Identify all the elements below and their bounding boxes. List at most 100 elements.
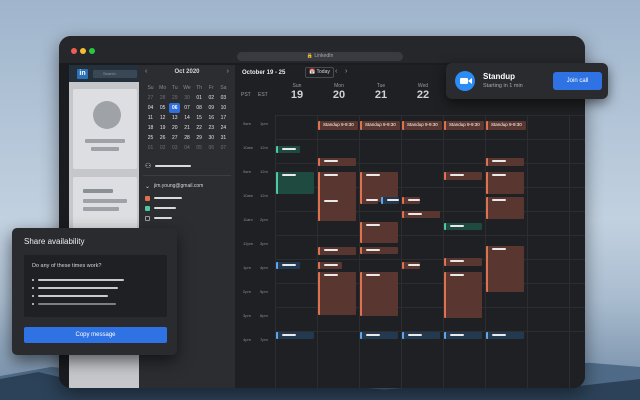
calendar-event[interactable] xyxy=(360,222,398,243)
mini-calendar-day[interactable]: 10 xyxy=(218,103,229,113)
calendar-event[interactable] xyxy=(276,332,314,339)
mini-calendar-day[interactable]: 20 xyxy=(169,123,180,133)
calendar-event[interactable] xyxy=(318,198,356,204)
mini-calendar-day[interactable]: 26 xyxy=(157,133,168,143)
calendar-event[interactable] xyxy=(402,262,420,269)
calendar-event[interactable] xyxy=(360,272,398,316)
mini-calendar-day[interactable]: 05 xyxy=(194,143,205,153)
calendar-event[interactable] xyxy=(444,223,482,230)
url-bar[interactable]: 🔒 LinkedIn xyxy=(237,52,403,61)
mini-calendar-day[interactable]: 21 xyxy=(181,123,192,133)
day-header-tue[interactable]: Tue 21 xyxy=(360,83,402,101)
prev-week-icon[interactable]: ‹ xyxy=(335,68,337,75)
calendar-event[interactable] xyxy=(444,258,482,266)
mini-calendar-day[interactable]: 06 xyxy=(206,143,217,153)
day-header-sun[interactable]: Sun 19 xyxy=(276,83,318,101)
mini-calendar-day[interactable]: 22 xyxy=(194,123,205,133)
mini-calendar-day[interactable]: 04 xyxy=(181,143,192,153)
mini-calendar-day[interactable]: 17 xyxy=(218,113,229,123)
mini-calendar-day[interactable]: 18 xyxy=(145,123,156,133)
next-week-icon[interactable]: › xyxy=(345,68,347,75)
mini-calendar-day[interactable]: 14 xyxy=(181,113,192,123)
next-month-icon[interactable]: › xyxy=(227,68,229,75)
calendar-event[interactable] xyxy=(318,172,356,221)
mini-calendar-day[interactable]: 27 xyxy=(169,133,180,143)
week-grid[interactable]: Standup 9-9:30 Standup 9-9:30 Standup 9-9:… xyxy=(275,115,585,388)
mini-calendar-day[interactable]: 28 xyxy=(157,93,168,103)
standup-event[interactable]: Standup 9-9:30 xyxy=(360,121,400,130)
calendar-event[interactable] xyxy=(486,197,524,219)
calendar-event[interactable] xyxy=(486,332,524,339)
copy-message-button[interactable]: Copy message xyxy=(24,327,167,343)
calendar-event[interactable] xyxy=(318,262,342,269)
calendar-event[interactable] xyxy=(360,197,378,204)
mini-calendar-day[interactable]: 13 xyxy=(169,113,180,123)
mini-calendar-day[interactable]: 09 xyxy=(206,103,217,113)
calendar-event[interactable] xyxy=(402,332,440,339)
mini-calendar-day[interactable]: 08 xyxy=(194,103,205,113)
calendar-item[interactable] xyxy=(145,213,172,223)
mini-calendar-day[interactable]: 15 xyxy=(194,113,205,123)
join-call-button[interactable]: Join call xyxy=(553,72,602,90)
calendar-event[interactable] xyxy=(360,332,398,339)
calendar-event[interactable] xyxy=(318,158,356,166)
mini-calendar-day[interactable]: 16 xyxy=(206,113,217,123)
calendar-event[interactable] xyxy=(360,247,398,254)
people-search[interactable]: ⚇ xyxy=(145,161,192,171)
mini-calendar-day[interactable]: 07 xyxy=(218,143,229,153)
mini-calendar-day[interactable]: 30 xyxy=(181,93,192,103)
calendar-event[interactable] xyxy=(444,172,482,180)
calendar-checkbox[interactable] xyxy=(145,205,150,211)
mini-calendar-day[interactable]: 03 xyxy=(169,143,180,153)
mini-calendar-day[interactable]: 19 xyxy=(157,123,168,133)
mini-calendar-day[interactable]: 07 xyxy=(181,103,192,113)
mini-calendar-day[interactable]: 04 xyxy=(145,103,156,113)
mini-calendar-day[interactable]: 23 xyxy=(206,123,217,133)
mini-calendar-day[interactable]: 31 xyxy=(218,133,229,143)
calendar-checkbox[interactable] xyxy=(145,215,150,221)
calendar-checkbox[interactable] xyxy=(145,195,150,201)
standup-event[interactable]: Standup 9-9:30 xyxy=(444,121,484,130)
standup-event[interactable]: Standup 9-9:30 xyxy=(318,121,358,130)
day-header-mon[interactable]: Mon 20 xyxy=(318,83,360,101)
calendar-event[interactable] xyxy=(318,247,356,255)
calendar-event[interactable] xyxy=(276,172,314,194)
mini-calendar-day[interactable]: 01 xyxy=(145,143,156,153)
mini-calendar-day[interactable]: 03 xyxy=(218,93,229,103)
linkedin-search-input[interactable]: Search xyxy=(93,70,137,78)
mini-calendar-day[interactable]: 24 xyxy=(218,123,229,133)
calendar-event[interactable] xyxy=(486,172,524,194)
calendar-event[interactable] xyxy=(276,146,300,153)
standup-event[interactable]: Standup 9-9:30 xyxy=(402,121,442,130)
calendar-event[interactable] xyxy=(402,197,420,204)
calendar-event[interactable] xyxy=(486,246,524,292)
calendar-event[interactable] xyxy=(444,272,482,318)
zoom-window-button[interactable] xyxy=(89,48,95,54)
linkedin-logo[interactable]: in xyxy=(77,69,88,79)
calendar-event[interactable] xyxy=(486,158,524,166)
minimize-window-button[interactable] xyxy=(80,48,86,54)
calendar-event[interactable] xyxy=(444,332,482,339)
mini-calendar-day[interactable]: 27 xyxy=(145,93,156,103)
calendar-event[interactable] xyxy=(381,197,399,204)
account-row[interactable]: ⌄ jim.young@gmail.com xyxy=(145,181,203,191)
mini-calendar-day[interactable]: 25 xyxy=(145,133,156,143)
mini-calendar-day[interactable]: 02 xyxy=(157,143,168,153)
standup-event[interactable]: Standup 9-9:30 xyxy=(486,121,526,130)
today-button[interactable]: 📅 Today xyxy=(305,67,334,78)
mini-calendar-day[interactable]: 11 xyxy=(145,113,156,123)
mini-calendar-day[interactable]: 12 xyxy=(157,113,168,123)
mini-calendar-day[interactable]: 29 xyxy=(194,133,205,143)
mini-calendar-day[interactable]: 29 xyxy=(169,93,180,103)
calendar-event[interactable] xyxy=(402,211,440,218)
calendar-event[interactable] xyxy=(276,262,300,269)
mini-calendar-day[interactable]: 28 xyxy=(181,133,192,143)
mini-calendar-day[interactable]: 02 xyxy=(206,93,217,103)
calendar-event[interactable] xyxy=(318,272,356,315)
day-header-wed[interactable]: Wed 22 xyxy=(402,83,444,101)
calendar-item[interactable] xyxy=(145,203,176,213)
mini-calendar-day[interactable]: 05 xyxy=(157,103,168,113)
close-window-button[interactable] xyxy=(71,48,77,54)
mini-calendar-day[interactable]: 30 xyxy=(206,133,217,143)
mini-calendar-day[interactable]: 01 xyxy=(194,93,205,103)
